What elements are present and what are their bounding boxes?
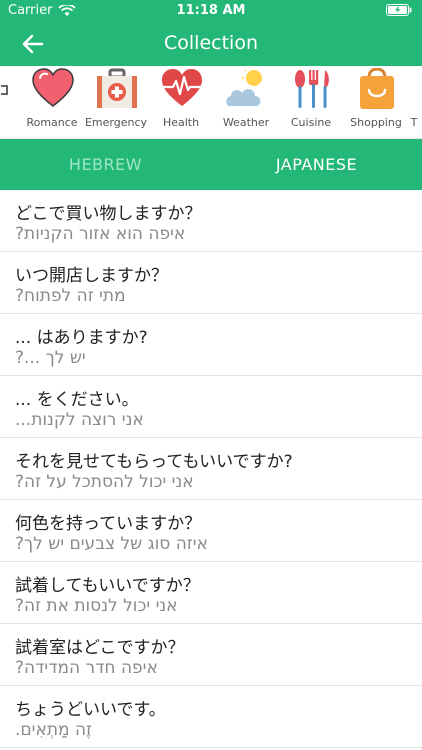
- phrase-hebrew: ?איזה סוג של צבעים יש לך: [15, 534, 208, 554]
- phrase-japanese: ... はありますか?: [15, 328, 148, 348]
- nav-header: Collection: [0, 22, 422, 66]
- phrase-japanese: 試着してもいいですか？: [15, 576, 200, 596]
- phrase-hebrew: ?אני יכול לנסות את זה: [15, 596, 178, 616]
- status-right: [386, 4, 412, 16]
- tab-japanese[interactable]: JAPANESE: [211, 139, 422, 190]
- list-item[interactable]: 試着室はどこですか？ ?איפה חדר המדידה: [0, 624, 422, 686]
- phrase-hebrew: ?איפה הוא אזור הקניות: [15, 224, 186, 244]
- phrase-hebrew: ?אני יכול להסתכל על זה: [15, 472, 194, 492]
- first-aid-kit-icon: [97, 68, 137, 108]
- status-bar: Carrier 11:18 AM: [0, 0, 422, 22]
- shopping-bag-icon: [360, 68, 394, 109]
- page-title: Collection: [164, 32, 258, 54]
- list-item[interactable]: いつ開店しますか？ ?מתי זה לפתוח: [0, 252, 422, 314]
- phrase-hebrew: ?איפה חדר המדידה: [15, 658, 158, 678]
- category-label: T: [410, 116, 418, 129]
- phrase-japanese: ... をください。: [15, 390, 139, 410]
- status-time: 11:18 AM: [176, 3, 246, 18]
- heart-pulse-icon: [162, 69, 202, 106]
- list-item[interactable]: 試着してもいいですか？ ?אני יכול לנסות את זה: [0, 562, 422, 624]
- partial-category-icon: [1, 85, 8, 95]
- list-item[interactable]: ... はありますか? ?... יש לך: [0, 314, 422, 376]
- list-item[interactable]: どこで買い物しますか？ ?איפה הוא אזור הקניות: [0, 190, 422, 252]
- phrase-japanese: ちょうどいいです。: [15, 700, 166, 720]
- phrase-japanese: それを見せてもらってもいいですか?: [15, 452, 293, 472]
- phrase-list: どこで買い物しますか？ ?איפה הוא אזור הקניות いつ開店しま…: [0, 190, 422, 748]
- phrase-japanese: 試着室はどこですか？: [15, 638, 185, 658]
- phrase-japanese: どこで買い物しますか？: [15, 204, 202, 224]
- sun-cloud-icon: [226, 69, 262, 106]
- battery-icon: [386, 4, 412, 16]
- tab-hebrew[interactable]: HEBREW: [0, 139, 211, 190]
- category-item-partial-right[interactable]: T: [406, 66, 422, 138]
- list-item[interactable]: ちょうどいいです。 .זֶה מַתְאִים: [0, 686, 422, 748]
- phrase-japanese: いつ開店しますか？: [15, 266, 168, 286]
- phrase-hebrew: ...אני רוצה לקנות: [15, 410, 144, 430]
- phrase-japanese: 何色を持っていますか？: [15, 514, 202, 534]
- language-tabs: HEBREW JAPANESE: [0, 139, 422, 190]
- list-item[interactable]: ... をください。 ...אני רוצה לקנות: [0, 376, 422, 438]
- fork-knife-icon: [295, 70, 329, 108]
- phrase-hebrew: ?מתי זה לפתוח: [15, 286, 126, 306]
- category-scroller[interactable]: rs Romance Emergency Health: [0, 66, 422, 139]
- heart-icon: [32, 68, 74, 107]
- phrase-hebrew: .זֶה מַתְאִים: [15, 720, 92, 740]
- list-item[interactable]: 何色を持っていますか？ ?איזה סוג של צבעים יש לך: [0, 500, 422, 562]
- phrase-hebrew: ?... יש לך: [15, 348, 86, 368]
- list-item[interactable]: それを見せてもらってもいいですか? ?אני יכול להסתכל על זה: [0, 438, 422, 500]
